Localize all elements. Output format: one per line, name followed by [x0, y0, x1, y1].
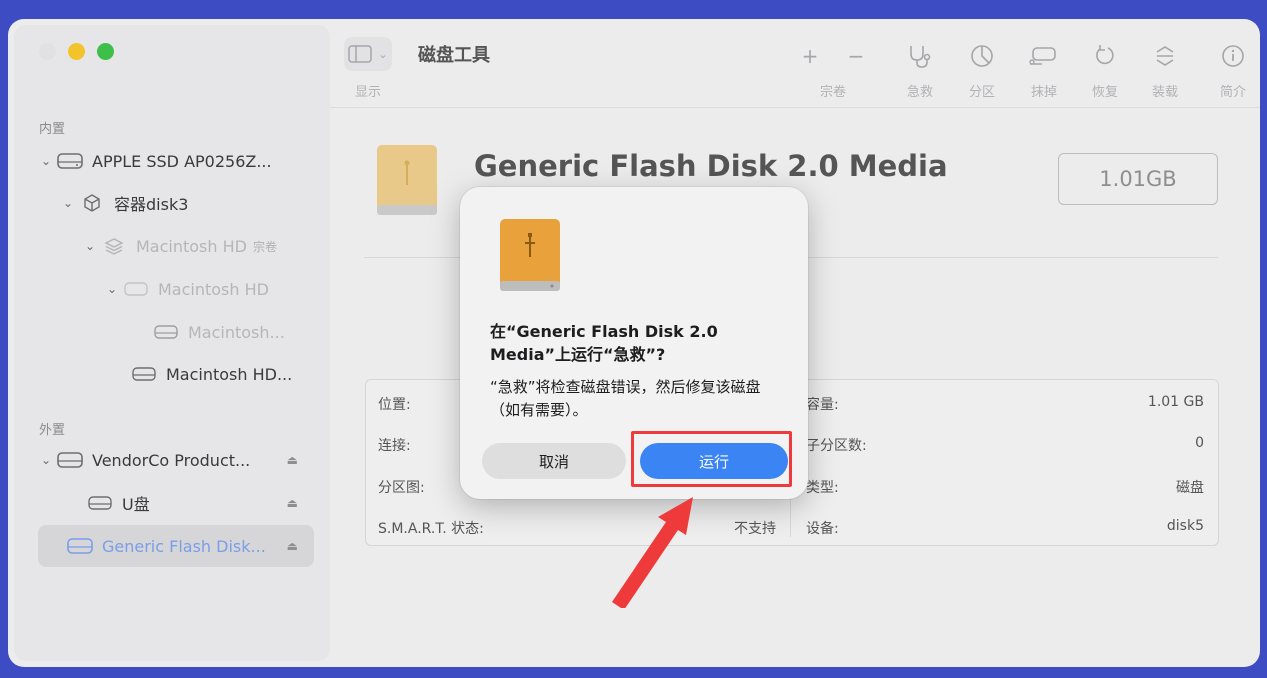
stethoscope-icon [910, 46, 931, 68]
erase-label: 抹掉 [1030, 85, 1057, 100]
chevron-down-icon[interactable]: ⌄ [36, 154, 56, 168]
add-volume-button[interactable]: + [790, 39, 830, 73]
view-button[interactable]: ⌄ [344, 37, 392, 71]
location-label: 位置: [378, 397, 411, 413]
chevron-down-icon[interactable]: ⌄ [102, 282, 122, 296]
sidebar-item-label: Macintosh HD... [166, 364, 293, 384]
app-title: 磁盘工具 [418, 45, 490, 66]
sidebar-item-macintosh-hd-volume-group[interactable]: ⌄ Macintosh HD 宗卷 [80, 226, 277, 266]
chevron-down-icon[interactable]: ⌄ [58, 196, 78, 210]
sidebar-item-vendorco[interactable]: ⌄ VendorCo Product... ⏏ [36, 440, 316, 480]
sidebar-item-generic-flash-disk[interactable]: Generic Flash Disk... ⏏ [66, 526, 316, 566]
sidebar-item-container-disk3[interactable]: ⌄ 容器disk3 [58, 183, 188, 223]
erase-button[interactable] [1018, 39, 1068, 73]
layers-icon [100, 237, 128, 255]
sidebar-item-label: 容器disk3 [114, 195, 189, 214]
sidebar-item-label: Generic Flash Disk... [102, 536, 266, 556]
sidebar-item-label: Macintosh HD [136, 236, 247, 256]
external-section-label: 外置 [39, 423, 66, 438]
sidebar: 内置 ⌄ APPLE SSD AP0256Z... ⌄ 容器disk3 ⌄ Ma… [14, 25, 330, 661]
connection-label: 连接: [378, 438, 411, 454]
sidebar-item-label: APPLE SSD AP0256Z... [92, 151, 272, 171]
info-button[interactable] [1210, 39, 1256, 73]
info-label: 简介 [1219, 85, 1246, 100]
partition-button[interactable] [958, 39, 1006, 73]
sidebar-item-label: Macintosh HD [158, 279, 269, 299]
info-icon [1222, 45, 1244, 67]
sidebar-item-label: VendorCo Product... [92, 450, 251, 470]
type-value: 磁盘 [1176, 480, 1204, 496]
restore-icon [1096, 45, 1114, 65]
internal-disk-icon [56, 153, 84, 169]
eject-icon[interactable]: ⏏ [287, 539, 298, 553]
partition-label: 分区 [968, 85, 995, 100]
volume-icon [122, 282, 150, 296]
smart-status-value: 不支持 [734, 521, 776, 537]
sidebar-item-label: Macintosh... [188, 322, 285, 342]
disk-title: Generic Flash Disk 2.0 Media [474, 149, 948, 183]
child-count-value: 0 [1195, 435, 1204, 451]
chevron-down-icon[interactable]: ⌄ [80, 239, 100, 253]
smart-status-label: S.M.A.R.T. 状态: [378, 521, 484, 537]
device-value: disk5 [1166, 518, 1204, 534]
cancel-button[interactable]: 取消 [482, 443, 626, 479]
toolbar: ⌄ 显示 磁盘工具 + − 宗卷 急救 分区 抹掉 恢复 装载 简介 [330, 19, 1260, 109]
sidebar-item-u-disk[interactable]: U盘 ⏏ [86, 483, 316, 523]
restore-label: 恢复 [1091, 85, 1118, 100]
dialog-message: “急救”将检查磁盘错误，然后修复该磁盘（如有需要）。 [490, 378, 761, 419]
usb-disk-icon [377, 145, 437, 217]
minimize-button[interactable] [68, 43, 85, 60]
chevron-down-icon: ⌄ [378, 47, 388, 61]
run-button-highlight-box [631, 431, 792, 487]
restore-button[interactable] [1082, 39, 1128, 73]
window-controls [39, 43, 114, 60]
eject-icon[interactable]: ⏏ [287, 496, 298, 510]
capacity-value: 1.01 GB [1147, 394, 1204, 410]
container-icon [78, 193, 106, 213]
internal-section-label: 内置 [39, 122, 66, 137]
usb-disk-icon [500, 219, 560, 293]
sidebar-item-macintosh-hd-data[interactable]: Macintosh HD... [130, 354, 292, 394]
type-label: 类型: [806, 480, 839, 496]
erase-disk-icon [1029, 47, 1056, 65]
sidebar-toggle-icon [348, 45, 373, 63]
mount-button[interactable] [1142, 39, 1188, 73]
device-label: 设备: [806, 521, 839, 537]
external-disk-icon [66, 538, 94, 554]
close-button[interactable] [39, 43, 56, 60]
sidebar-item-label: U盘 [122, 495, 150, 514]
toolbar-divider [330, 107, 1260, 108]
dialog-title: 在“Generic Flash Disk 2.0 Media”上运行“急救”? [490, 322, 718, 364]
volume-label: 宗卷 [819, 85, 846, 100]
capacity-label: 容量: [806, 397, 839, 413]
remove-volume-button[interactable]: − [836, 39, 876, 73]
sidebar-item-apple-ssd[interactable]: ⌄ APPLE SSD AP0256Z... [36, 141, 272, 181]
sidebar-item-macintosh-snapshot[interactable]: Macintosh... [152, 312, 285, 352]
chevron-down-icon[interactable]: ⌄ [36, 453, 56, 467]
mount-icon [1156, 46, 1174, 66]
partition-icon [971, 45, 993, 67]
capacity-badge: 1.01GB [1058, 153, 1218, 205]
child-count-label: 子分区数: [806, 438, 867, 454]
first-aid-button[interactable] [896, 39, 944, 73]
eject-icon[interactable]: ⏏ [287, 453, 298, 467]
volume-icon [86, 496, 114, 510]
external-disk-icon [56, 452, 84, 468]
partition-map-label: 分区图: [378, 480, 425, 496]
mount-label: 装载 [1151, 85, 1178, 100]
zoom-button[interactable] [97, 43, 114, 60]
view-label: 显示 [354, 85, 381, 100]
annotation-arrow-icon [612, 497, 693, 608]
volume-group-tag: 宗卷 [252, 239, 277, 254]
sidebar-item-macintosh-hd[interactable]: ⌄ Macintosh HD [102, 269, 269, 309]
volume-icon [130, 367, 158, 381]
first-aid-label: 急救 [906, 85, 933, 100]
volume-icon [152, 325, 180, 339]
